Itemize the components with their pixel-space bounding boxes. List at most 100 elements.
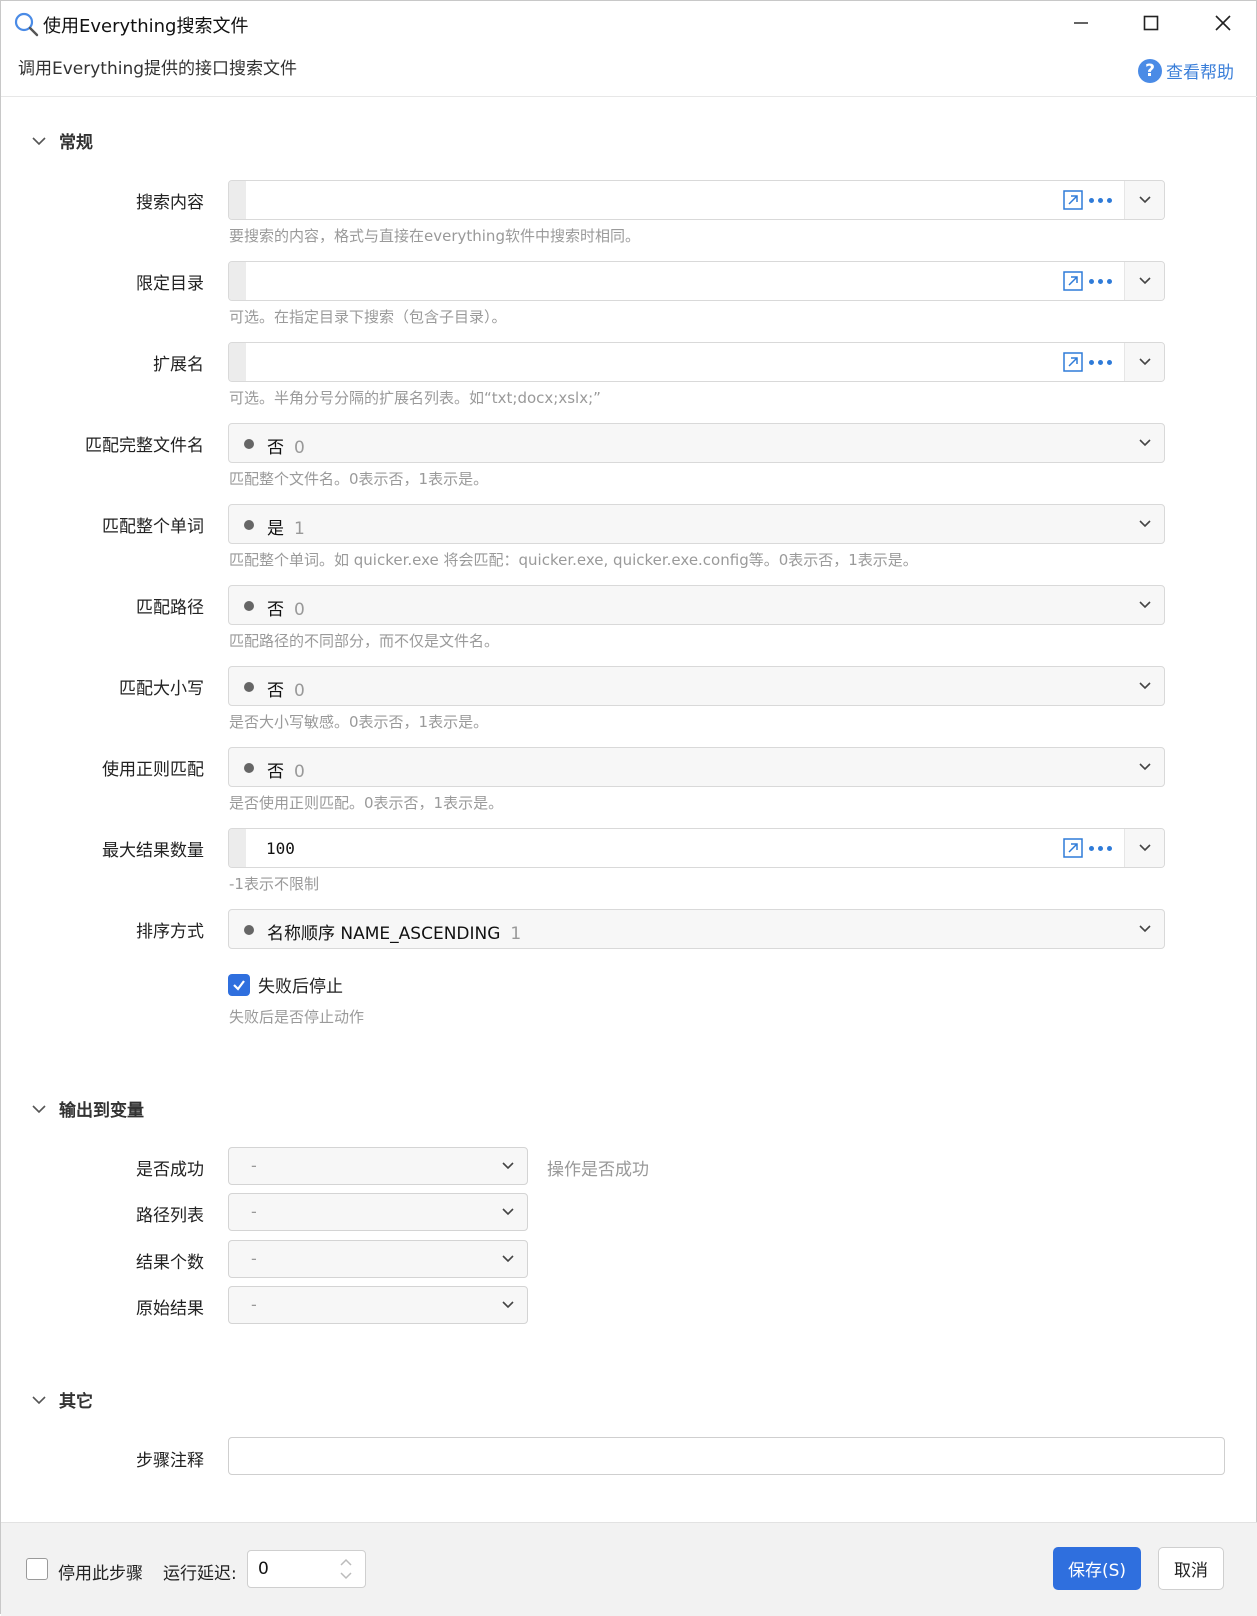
search-content-field[interactable] <box>228 180 1165 220</box>
chevron-down-icon[interactable] <box>339 1571 353 1581</box>
option-dot <box>244 520 254 530</box>
selected-option: 否 <box>267 681 284 701</box>
match-path-label: 匹配路径 <box>136 598 204 618</box>
maximize-button[interactable] <box>1116 1 1186 45</box>
chevron-down-icon <box>502 1255 514 1263</box>
chevron-down-icon <box>32 1104 46 1113</box>
help-icon: ? <box>1138 58 1162 83</box>
max-results-input[interactable]: 100 <box>246 829 1125 867</box>
output-raw-select[interactable]: - <box>228 1286 528 1324</box>
chevron-down-icon <box>1138 844 1151 852</box>
chevron-down-icon <box>1139 439 1151 447</box>
step-comment-input[interactable] <box>228 1437 1225 1475</box>
checkmark-icon <box>228 973 250 996</box>
limit-dir-field[interactable] <box>228 261 1165 301</box>
expand-icon[interactable] <box>1063 271 1083 291</box>
chevron-down-icon <box>1138 196 1151 204</box>
field-stripe <box>229 343 246 381</box>
search-content-input[interactable] <box>246 181 1125 219</box>
selected-option: 否 <box>267 762 284 782</box>
help-link[interactable]: ? 查看帮助 <box>1138 58 1234 83</box>
delay-spinner[interactable]: 0 <box>247 1550 366 1588</box>
match-path-hint: 匹配路径的不同部分，而不仅是文件名。 <box>229 632 500 650</box>
more-icon[interactable] <box>1089 198 1112 203</box>
selected-option: 否 <box>267 438 284 458</box>
use-regex-label: 使用正则匹配 <box>102 760 204 780</box>
option-dot <box>244 763 254 773</box>
minimize-icon <box>1074 22 1088 24</box>
stop-on-fail-hint: 失败后是否停止动作 <box>229 1008 365 1026</box>
selected-option: 否 <box>267 600 284 620</box>
chevron-down-icon <box>1139 601 1151 609</box>
option-code: 0 <box>294 681 305 701</box>
limit-dir-label: 限定目录 <box>136 274 204 294</box>
save-button[interactable]: 保存(S) <box>1053 1547 1141 1590</box>
extension-label: 扩展名 <box>153 355 204 375</box>
extension-input[interactable] <box>246 343 1125 381</box>
option-code: 0 <box>294 600 305 620</box>
field-dropdown-button[interactable] <box>1124 262 1164 300</box>
option-dot <box>244 601 254 611</box>
match-whole-word-label: 匹配整个单词 <box>102 517 204 537</box>
output-count-select[interactable]: - <box>228 1240 528 1278</box>
field-dropdown-button[interactable] <box>1124 343 1164 381</box>
chevron-down-icon <box>502 1162 514 1170</box>
max-results-field[interactable]: 100 <box>228 828 1165 868</box>
output-paths-select[interactable]: - <box>228 1193 528 1231</box>
section-general-header[interactable]: 常规 <box>31 128 93 153</box>
extension-hint: 可选。半角分号分隔的扩展名列表。如“txt;docx;xslx;” <box>229 389 601 407</box>
extension-field[interactable] <box>228 342 1165 382</box>
stop-on-fail-checkbox[interactable]: 失败后停止 <box>228 972 343 997</box>
expand-icon[interactable] <box>1063 190 1083 210</box>
max-results-value: 100 <box>266 839 295 858</box>
limit-dir-input[interactable] <box>246 262 1125 300</box>
match-case-hint: 是否大小写敏感。0表示否，1表示是。 <box>229 713 489 731</box>
output-success-label: 是否成功 <box>136 1160 204 1180</box>
close-button[interactable] <box>1188 1 1257 45</box>
section-output-header[interactable]: 输出到变量 <box>31 1096 144 1121</box>
field-stripe <box>229 181 246 219</box>
match-case-select[interactable]: 否0 <box>228 666 1165 706</box>
maximize-icon <box>1143 15 1159 31</box>
more-icon[interactable] <box>1089 360 1112 365</box>
header-divider <box>1 96 1257 97</box>
more-icon[interactable] <box>1089 279 1112 284</box>
search-content-hint: 要搜索的内容，格式与直接在everything软件中搜索时相同。 <box>229 227 640 245</box>
field-dropdown-button[interactable] <box>1124 181 1164 219</box>
match-whole-word-select[interactable]: 是1 <box>228 504 1165 544</box>
expand-icon[interactable] <box>1063 838 1083 858</box>
cancel-button[interactable]: 取消 <box>1158 1547 1224 1590</box>
window-title: 使用Everything搜索文件 <box>43 16 249 37</box>
use-regex-select[interactable]: 否0 <box>228 747 1165 787</box>
expand-icon[interactable] <box>1063 352 1083 372</box>
field-dropdown-button[interactable] <box>1124 829 1164 867</box>
disable-step-checkbox[interactable] <box>26 1558 48 1580</box>
section-other-header[interactable]: 其它 <box>31 1387 93 1412</box>
match-full-name-select[interactable]: 否0 <box>228 423 1165 463</box>
chevron-down-icon <box>1138 358 1151 366</box>
close-icon <box>1215 15 1231 31</box>
match-path-select[interactable]: 否0 <box>228 585 1165 625</box>
chevron-down-icon <box>1138 277 1151 285</box>
output-success-note: 操作是否成功 <box>547 1160 649 1180</box>
chevron-down-icon <box>32 1395 46 1404</box>
chevron-up-icon[interactable] <box>339 1557 353 1567</box>
dialog-subtitle: 调用Everything提供的接口搜索文件 <box>18 59 298 79</box>
minimize-button[interactable] <box>1046 1 1116 45</box>
output-success-select[interactable]: - <box>228 1147 528 1185</box>
search-content-label: 搜索内容 <box>136 193 204 213</box>
chevron-down-icon <box>32 136 46 145</box>
search-icon <box>14 12 39 37</box>
output-paths-label: 路径列表 <box>136 1206 204 1226</box>
title-bar: 使用Everything搜索文件 <box>1 1 1257 45</box>
option-code: 0 <box>294 438 305 458</box>
sort-order-select[interactable]: 名称顺序 NAME_ASCENDING 1 <box>228 909 1165 949</box>
use-regex-hint: 是否使用正则匹配。0表示否，1表示是。 <box>229 794 504 812</box>
option-dot <box>244 925 254 935</box>
selected-option: 是 <box>267 519 284 539</box>
step-comment-label: 步骤注释 <box>136 1451 204 1471</box>
more-icon[interactable] <box>1089 846 1112 851</box>
option-code: 1 <box>510 924 522 944</box>
match-full-name-label: 匹配完整文件名 <box>85 436 204 456</box>
spinner-arrows[interactable] <box>339 1557 353 1581</box>
